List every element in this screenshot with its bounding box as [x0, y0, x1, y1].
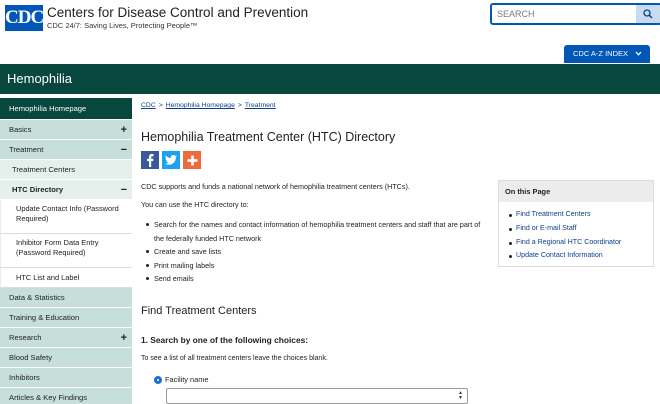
sidebar-item-research[interactable]: Research + [0, 328, 132, 348]
sidebar-item-htc-directory[interactable]: HTC Directory − [0, 180, 132, 200]
breadcrumb: CDC > Hemophilia Homepage > Treatment [141, 102, 276, 109]
sidebar-item-training-education[interactable]: Training & Education [0, 308, 132, 328]
plus-icon[interactable]: + [121, 120, 127, 140]
sidebar-item-label: Inhibitor Form Data Entry (Password Requ… [16, 238, 99, 257]
facebook-icon [147, 153, 154, 167]
sidebar-item-hemophilia-homepage[interactable]: Hemophilia Homepage [0, 98, 132, 120]
social-share-bar [141, 151, 201, 169]
breadcrumb-hemophilia-homepage[interactable]: Hemophilia Homepage [166, 102, 235, 109]
sidebar-item-inhibitor-form[interactable]: Inhibitor Form Data Entry (Password Requ… [0, 234, 132, 268]
search-box [490, 3, 660, 25]
on-this-page-box: On this Page Find Treatment Centers Find… [498, 180, 654, 267]
sidebar-item-label: Update Contact Info (Password Required) [16, 204, 119, 223]
sidebar-item-label: Training & Education [9, 313, 80, 322]
select-arrows-icon: ▲ ▼ [458, 390, 463, 401]
find-centers-heading: Find Treatment Centers [141, 305, 257, 317]
page-title: Hemophilia Treatment Center (HTC) Direct… [141, 130, 396, 144]
link-find-email-staff[interactable]: Find or E-mail Staff [509, 222, 653, 236]
addthis-share-button[interactable] [183, 151, 201, 169]
sidebar-item-label: Blood Safety [9, 353, 53, 362]
list-item: Create and save lists [146, 245, 481, 259]
breadcrumb-separator: > [237, 102, 242, 109]
facility-name-label: Facility name [165, 375, 209, 384]
minus-icon[interactable]: − [121, 180, 127, 200]
agency-name[interactable]: Centers for Disease Control and Preventi… [47, 5, 308, 20]
sidebar-item-label: Research [9, 333, 42, 342]
addthis-plus-icon [187, 155, 197, 165]
intro-text: CDC supports and funds a national networ… [141, 182, 410, 191]
use-text: You can use the HTC directory to: [141, 200, 249, 209]
sidebar-item-label: Hemophilia Homepage [9, 104, 87, 113]
list-item: Search for the names and contact informa… [146, 218, 481, 245]
site-header: CDC Centers for Disease Control and Prev… [0, 0, 660, 46]
left-nav: Hemophilia Homepage Basics + Treatment −… [0, 98, 132, 404]
agency-tagline: CDC 24/7: Saving Lives, Protecting Peopl… [47, 21, 198, 30]
twitter-share-button[interactable] [162, 151, 180, 169]
blank-choices-note: To see a list of all treatment centers l… [141, 355, 328, 362]
sidebar-item-label: HTC Directory [12, 185, 64, 194]
facility-name-radio[interactable] [154, 375, 162, 384]
list-item: Print mailing labels [146, 259, 481, 273]
sidebar-item-articles[interactable]: Articles & Key Findings [0, 388, 132, 404]
cdc-logo[interactable]: CDC [5, 5, 44, 31]
az-index-label: CDC A-Z INDEX [573, 49, 629, 58]
sidebar-item-treatment-centers[interactable]: Treatment Centers [0, 160, 132, 180]
twitter-icon [165, 155, 177, 165]
on-this-page-links: Find Treatment Centers Find or E-mail St… [499, 202, 653, 263]
breadcrumb-cdc[interactable]: CDC [141, 102, 156, 109]
on-this-page-heading: On this Page [499, 181, 653, 202]
sidebar-item-blood-safety[interactable]: Blood Safety [0, 348, 132, 368]
sidebar-item-label: HTC List and Label [16, 273, 80, 282]
link-find-treatment-centers[interactable]: Find Treatment Centers [509, 208, 653, 222]
sidebar-item-label: Treatment Centers [12, 165, 76, 174]
plus-icon[interactable]: + [121, 328, 127, 348]
breadcrumb-separator: > [158, 102, 163, 109]
sidebar-item-label: Basics [9, 125, 32, 134]
chevron-down-icon [635, 51, 642, 56]
sidebar-item-update-contact-info[interactable]: Update Contact Info (Password Required) [0, 200, 132, 234]
breadcrumb-treatment[interactable]: Treatment [245, 102, 276, 109]
sidebar-item-label: Data & Statistics [9, 293, 65, 302]
list-item: Send emails [146, 272, 481, 286]
uses-list: Search for the names and contact informa… [146, 218, 481, 286]
link-update-contact-information[interactable]: Update Contact Information [509, 249, 653, 263]
az-index-button[interactable]: CDC A-Z INDEX [564, 45, 650, 63]
minus-icon[interactable]: − [121, 140, 127, 160]
sidebar-item-label: Treatment [9, 145, 44, 154]
sidebar-item-basics[interactable]: Basics + [0, 120, 132, 140]
search-button[interactable] [636, 5, 660, 23]
sidebar-item-htc-list-label[interactable]: HTC List and Label [0, 268, 132, 288]
section-title[interactable]: Hemophilia [7, 71, 72, 86]
facility-name-option[interactable]: Facility name [154, 375, 209, 384]
facility-name-select[interactable]: ▲ ▼ [166, 388, 468, 404]
sidebar-item-inhibitors[interactable]: Inhibitors [0, 368, 132, 388]
sidebar-item-data-statistics[interactable]: Data & Statistics [0, 288, 132, 308]
search-icon [643, 9, 653, 19]
search-choices-heading: 1. Search by one of the following choice… [141, 335, 309, 345]
sidebar-item-treatment[interactable]: Treatment − [0, 140, 132, 160]
sidebar-item-label: Inhibitors [9, 373, 40, 382]
sidebar-item-label: Articles & Key Findings [9, 393, 88, 402]
search-input[interactable] [492, 5, 638, 23]
link-find-regional-coordinator[interactable]: Find a Regional HTC Coordinator [509, 236, 653, 250]
facebook-share-button[interactable] [141, 151, 159, 169]
section-title-bar: Hemophilia [0, 64, 660, 94]
